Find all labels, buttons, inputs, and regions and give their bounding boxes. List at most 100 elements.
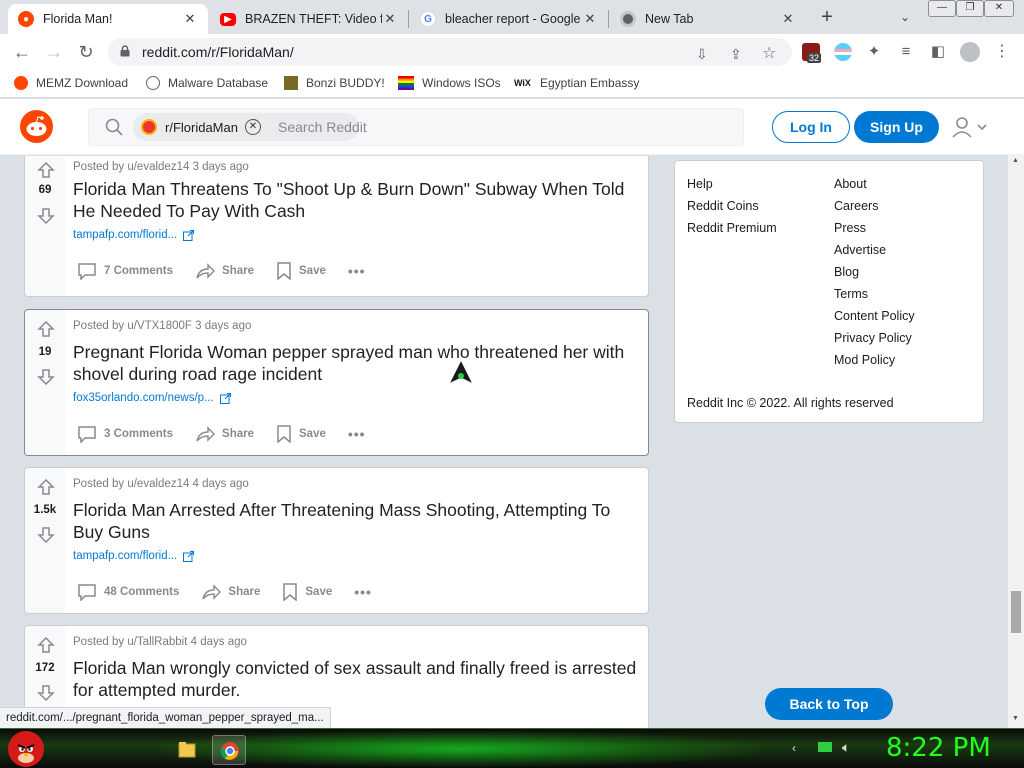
- sidebar-link-help[interactable]: Help: [687, 177, 713, 191]
- post-title[interactable]: Pregnant Florida Woman pepper sprayed ma…: [73, 341, 638, 385]
- post-meta[interactable]: Posted by u/TallRabbit 4 days ago: [73, 636, 247, 648]
- reload-icon[interactable]: ↻: [74, 41, 98, 63]
- downvote-arrow-icon[interactable]: [37, 684, 55, 702]
- taskbar-clock[interactable]: 8:22 PM: [886, 733, 991, 763]
- profile-avatar[interactable]: [958, 41, 982, 63]
- chrome-taskbar-icon[interactable]: [212, 735, 246, 765]
- menu-kebab-icon[interactable]: ⋮: [990, 41, 1014, 63]
- tray-chevron-icon[interactable]: ‹: [792, 741, 796, 755]
- upvote-arrow-icon[interactable]: [37, 478, 55, 496]
- tab-florida-man[interactable]: ● Florida Man! ✕: [8, 4, 208, 34]
- globe-icon: [146, 76, 160, 90]
- user-menu-dropdown[interactable]: [950, 115, 990, 139]
- share-icon[interactable]: ⇪: [730, 46, 742, 63]
- bookmark-malware-database[interactable]: Malware Database: [146, 76, 268, 90]
- vote-score: 69: [38, 184, 52, 196]
- post-card[interactable]: 1.5k Posted by u/evaldez14 4 days ago Fl…: [24, 467, 649, 614]
- save-button[interactable]: Save: [282, 583, 332, 601]
- sidebar-link-reddit-coins[interactable]: Reddit Coins: [687, 199, 759, 213]
- bookmark-egyptian-embassy[interactable]: WiX Egyptian Embassy: [514, 76, 639, 90]
- close-window-button[interactable]: ✕: [984, 0, 1014, 17]
- downvote-arrow-icon[interactable]: [37, 207, 55, 225]
- tab-search-chevron-icon[interactable]: ⌄: [895, 7, 915, 27]
- more-options-icon[interactable]: •••: [348, 426, 366, 442]
- tab-bleacher-report[interactable]: G bleacher report - Google ✕: [410, 4, 608, 34]
- post-meta[interactable]: Posted by u/VTX1800F 3 days ago: [73, 320, 251, 332]
- new-tab-button[interactable]: +: [816, 6, 838, 28]
- clear-chip-icon[interactable]: ✕: [245, 119, 261, 135]
- tray-battery-icon[interactable]: [818, 741, 832, 755]
- search-bar[interactable]: r/FloridaMan ✕ Search Reddit: [88, 108, 744, 146]
- search-input[interactable]: Search Reddit: [278, 119, 367, 135]
- post-title[interactable]: Florida Man Arrested After Threatening M…: [73, 499, 638, 543]
- login-button[interactable]: Log In: [772, 111, 850, 143]
- sidebar-link-reddit-premium[interactable]: Reddit Premium: [687, 221, 777, 235]
- save-button[interactable]: Save: [276, 262, 326, 280]
- close-tab-icon[interactable]: ✕: [382, 11, 398, 27]
- sidebar-link-content-policy[interactable]: Content Policy: [834, 309, 915, 323]
- post-title[interactable]: Florida Man wrongly convicted of sex ass…: [73, 657, 638, 701]
- sidebar-link-mod-policy[interactable]: Mod Policy: [834, 353, 895, 367]
- post-link[interactable]: tampafp.com/florid...: [73, 229, 195, 241]
- post-title[interactable]: Florida Man Threatens To "Shoot Up & Bur…: [73, 178, 638, 222]
- comments-button[interactable]: 48 Comments: [77, 583, 179, 601]
- post-meta[interactable]: Posted by u/evaldez14 4 days ago: [73, 478, 249, 490]
- post-card[interactable]: 19 Posted by u/VTX1800F 3 days ago Pregn…: [24, 309, 649, 456]
- start-button-angry-bird-icon[interactable]: [8, 731, 44, 767]
- back-arrow-icon[interactable]: ←: [10, 41, 34, 63]
- more-options-icon[interactable]: •••: [348, 263, 366, 279]
- close-tab-icon[interactable]: ✕: [780, 11, 796, 27]
- upvote-arrow-icon[interactable]: [37, 161, 55, 179]
- bookmark-label: Egyptian Embassy: [540, 76, 640, 90]
- puzzle-icon[interactable]: ✦: [862, 41, 886, 63]
- side-panel-icon[interactable]: ◧: [926, 41, 950, 63]
- forward-arrow-icon[interactable]: →: [42, 41, 66, 63]
- install-app-icon[interactable]: ⇩: [696, 46, 708, 63]
- scrollbar-thumb[interactable]: [1011, 591, 1021, 633]
- share-button[interactable]: Share: [195, 262, 254, 280]
- share-button[interactable]: Share: [195, 425, 254, 443]
- share-button[interactable]: Share: [201, 583, 260, 601]
- address-bar[interactable]: reddit.com/r/FloridaMan/ ⇩ ⇪ ☆: [108, 38, 792, 66]
- page-scrollbar[interactable]: ▲ ▼: [1008, 155, 1024, 728]
- upvote-arrow-icon[interactable]: [37, 636, 55, 654]
- wix-icon: WiX: [514, 78, 531, 88]
- save-button[interactable]: Save: [276, 425, 326, 443]
- comments-button[interactable]: 3 Comments: [77, 425, 173, 443]
- downvote-arrow-icon[interactable]: [37, 526, 55, 544]
- sidebar-link-privacy-policy[interactable]: Privacy Policy: [834, 331, 912, 345]
- reddit-logo-icon[interactable]: [20, 110, 53, 143]
- bookmark-memz-download[interactable]: MEMZ Download: [14, 76, 128, 90]
- media-control-icon[interactable]: ≡: [894, 41, 918, 63]
- scroll-up-arrow-icon[interactable]: ▲: [1012, 157, 1019, 164]
- sidebar-link-about[interactable]: About: [834, 177, 867, 191]
- upvote-arrow-icon[interactable]: [37, 320, 55, 338]
- post-link[interactable]: fox35orlando.com/news/p...: [73, 392, 231, 404]
- downvote-arrow-icon[interactable]: [37, 368, 55, 386]
- minimize-button[interactable]: —: [928, 0, 956, 17]
- close-tab-icon[interactable]: ✕: [582, 11, 598, 27]
- sidebar-link-press[interactable]: Press: [834, 221, 866, 235]
- tab-brazen-theft[interactable]: ▶ BRAZEN THEFT: Video fro ✕: [210, 4, 408, 34]
- post-meta[interactable]: Posted by u/evaldez14 3 days ago: [73, 161, 249, 173]
- bookmark-windows-isos[interactable]: Windows ISOs: [398, 76, 501, 90]
- signup-button[interactable]: Sign Up: [854, 111, 939, 143]
- sidebar-link-careers[interactable]: Careers: [834, 199, 878, 213]
- maximize-button[interactable]: ❐: [956, 0, 984, 17]
- tray-volume-icon[interactable]: 🔈︎: [842, 739, 850, 756]
- sidebar-link-terms[interactable]: Terms: [834, 287, 868, 301]
- file-explorer-icon[interactable]: [170, 735, 204, 765]
- sidebar-link-advertise[interactable]: Advertise: [834, 243, 886, 257]
- sidebar-link-blog[interactable]: Blog: [834, 265, 859, 279]
- post-link[interactable]: tampafp.com/florid...: [73, 550, 195, 562]
- comments-button[interactable]: 7 Comments: [77, 262, 173, 280]
- bookmark-bonzi-buddy[interactable]: Bonzi BUDDY!: [284, 76, 385, 90]
- more-options-icon[interactable]: •••: [354, 584, 372, 600]
- bookmark-star-icon[interactable]: ☆: [762, 43, 776, 63]
- back-to-top-button[interactable]: Back to Top: [765, 688, 893, 720]
- extension-flag-icon[interactable]: [834, 43, 852, 61]
- close-tab-icon[interactable]: ✕: [182, 11, 198, 27]
- post-card[interactable]: 69 Posted by u/evaldez14 3 days ago Flor…: [24, 156, 649, 297]
- tab-new-tab[interactable]: New Tab ✕: [610, 4, 806, 34]
- scroll-down-arrow-icon[interactable]: ▼: [1012, 715, 1019, 722]
